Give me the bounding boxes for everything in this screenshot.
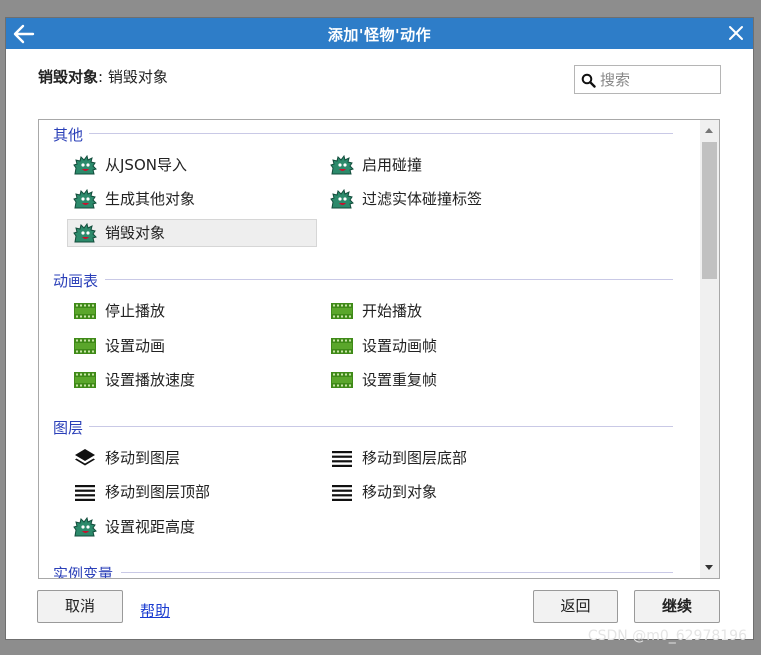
group-divider — [121, 572, 673, 573]
action-label: 设置重复帧 — [362, 371, 438, 389]
continue-button[interactable]: 继续 — [634, 590, 720, 623]
action-item-start-playback[interactable]: 开始播放 — [324, 297, 574, 325]
group-divider — [89, 426, 673, 427]
action-item-filter-collision-tags[interactable]: 过滤实体碰撞标签 — [324, 185, 574, 213]
monster-icon — [73, 516, 97, 538]
action-label: 设置动画帧 — [362, 337, 438, 355]
action-list[interactable]: 其他 从JSON导入 启用碰撞 生成其他对象 过滤实体碰撞标签 销毁对象 动画表… — [38, 119, 720, 579]
group-title-layers: 图层 — [53, 419, 84, 437]
monster-icon — [330, 188, 354, 210]
action-label: 移动到图层顶部 — [105, 483, 211, 501]
action-item-move-to-layer[interactable]: 移动到图层 — [67, 444, 317, 472]
selected-action-description: 销毁对象 — [107, 68, 168, 86]
action-item-import-json[interactable]: 从JSON导入 — [67, 151, 317, 179]
action-item-set-playback-speed[interactable]: 设置播放速度 — [67, 366, 317, 394]
group-title-instance-variables: 实例变量 — [53, 565, 114, 579]
action-item-destroy[interactable]: 销毁对象 — [67, 219, 317, 247]
scroll-up-icon[interactable] — [705, 128, 713, 133]
group-title-animation: 动画表 — [53, 272, 99, 290]
lines-icon — [330, 481, 354, 503]
film-strip-icon — [73, 300, 97, 322]
monster-icon — [73, 188, 97, 210]
cancel-button[interactable]: 取消 — [37, 590, 123, 623]
search-input[interactable] — [600, 69, 715, 90]
lines-icon — [330, 447, 354, 469]
scrollbar-thumb[interactable] — [702, 142, 717, 279]
scroll-down-icon[interactable] — [705, 565, 713, 570]
film-strip-icon — [73, 335, 97, 357]
action-label: 过滤实体碰撞标签 — [362, 190, 483, 208]
action-label: 从JSON导入 — [105, 156, 187, 174]
group-title-other: 其他 — [53, 126, 84, 144]
film-strip-icon — [330, 369, 354, 391]
watermark: CSDN @m0_62978196 — [587, 628, 747, 644]
action-item-enable-collision[interactable]: 启用碰撞 — [324, 151, 574, 179]
action-label: 移动到图层 — [105, 449, 181, 467]
action-item-set-animation-frame[interactable]: 设置动画帧 — [324, 332, 574, 360]
layers-icon — [73, 447, 97, 469]
action-label: 设置视距高度 — [105, 518, 196, 536]
action-label: 停止播放 — [105, 302, 166, 320]
lines-icon — [73, 481, 97, 503]
search-icon — [581, 73, 596, 88]
title-bar: 添加'怪物'动作 — [6, 18, 753, 49]
label-separator: : — [98, 68, 104, 86]
search-box[interactable] — [574, 65, 721, 94]
add-action-dialog: 添加'怪物'动作 销毁对象: 销毁对象 其他 从JSON导入 启用碰撞 — [5, 17, 754, 640]
action-label: 生成其他对象 — [105, 190, 196, 208]
film-strip-icon — [330, 300, 354, 322]
film-strip-icon — [73, 369, 97, 391]
film-strip-icon — [330, 335, 354, 357]
action-item-set-view-height[interactable]: 设置视距高度 — [67, 513, 317, 541]
close-icon[interactable] — [727, 24, 745, 42]
action-label: 移动到图层底部 — [362, 449, 468, 467]
vertical-scrollbar[interactable] — [700, 120, 719, 578]
back-button[interactable]: 返回 — [533, 590, 618, 623]
action-item-stop-playback[interactable]: 停止播放 — [67, 297, 317, 325]
help-link[interactable]: 帮助 — [140, 600, 170, 621]
selected-action-name: 销毁对象 — [38, 68, 99, 86]
action-item-set-repeat-frame[interactable]: 设置重复帧 — [324, 366, 574, 394]
action-item-spawn-object[interactable]: 生成其他对象 — [67, 185, 317, 213]
selected-action-label: 销毁对象: 销毁对象 — [38, 66, 168, 87]
action-label: 设置动画 — [105, 337, 166, 355]
action-label: 开始播放 — [362, 302, 423, 320]
window-title: 添加'怪物'动作 — [327, 26, 432, 44]
action-item-move-to-layer-top[interactable]: 移动到图层顶部 — [67, 478, 317, 506]
monster-icon — [330, 154, 354, 176]
group-divider — [89, 133, 673, 134]
group-divider — [105, 279, 673, 280]
action-item-set-animation[interactable]: 设置动画 — [67, 332, 317, 360]
monster-icon — [73, 154, 97, 176]
monster-icon — [73, 222, 97, 244]
action-label: 销毁对象 — [105, 224, 166, 242]
action-label: 设置播放速度 — [105, 371, 196, 389]
action-label: 启用碰撞 — [362, 156, 423, 174]
action-item-move-to-object[interactable]: 移动到对象 — [324, 478, 574, 506]
action-item-move-to-layer-bottom[interactable]: 移动到图层底部 — [324, 444, 574, 472]
action-label: 移动到对象 — [362, 483, 438, 501]
